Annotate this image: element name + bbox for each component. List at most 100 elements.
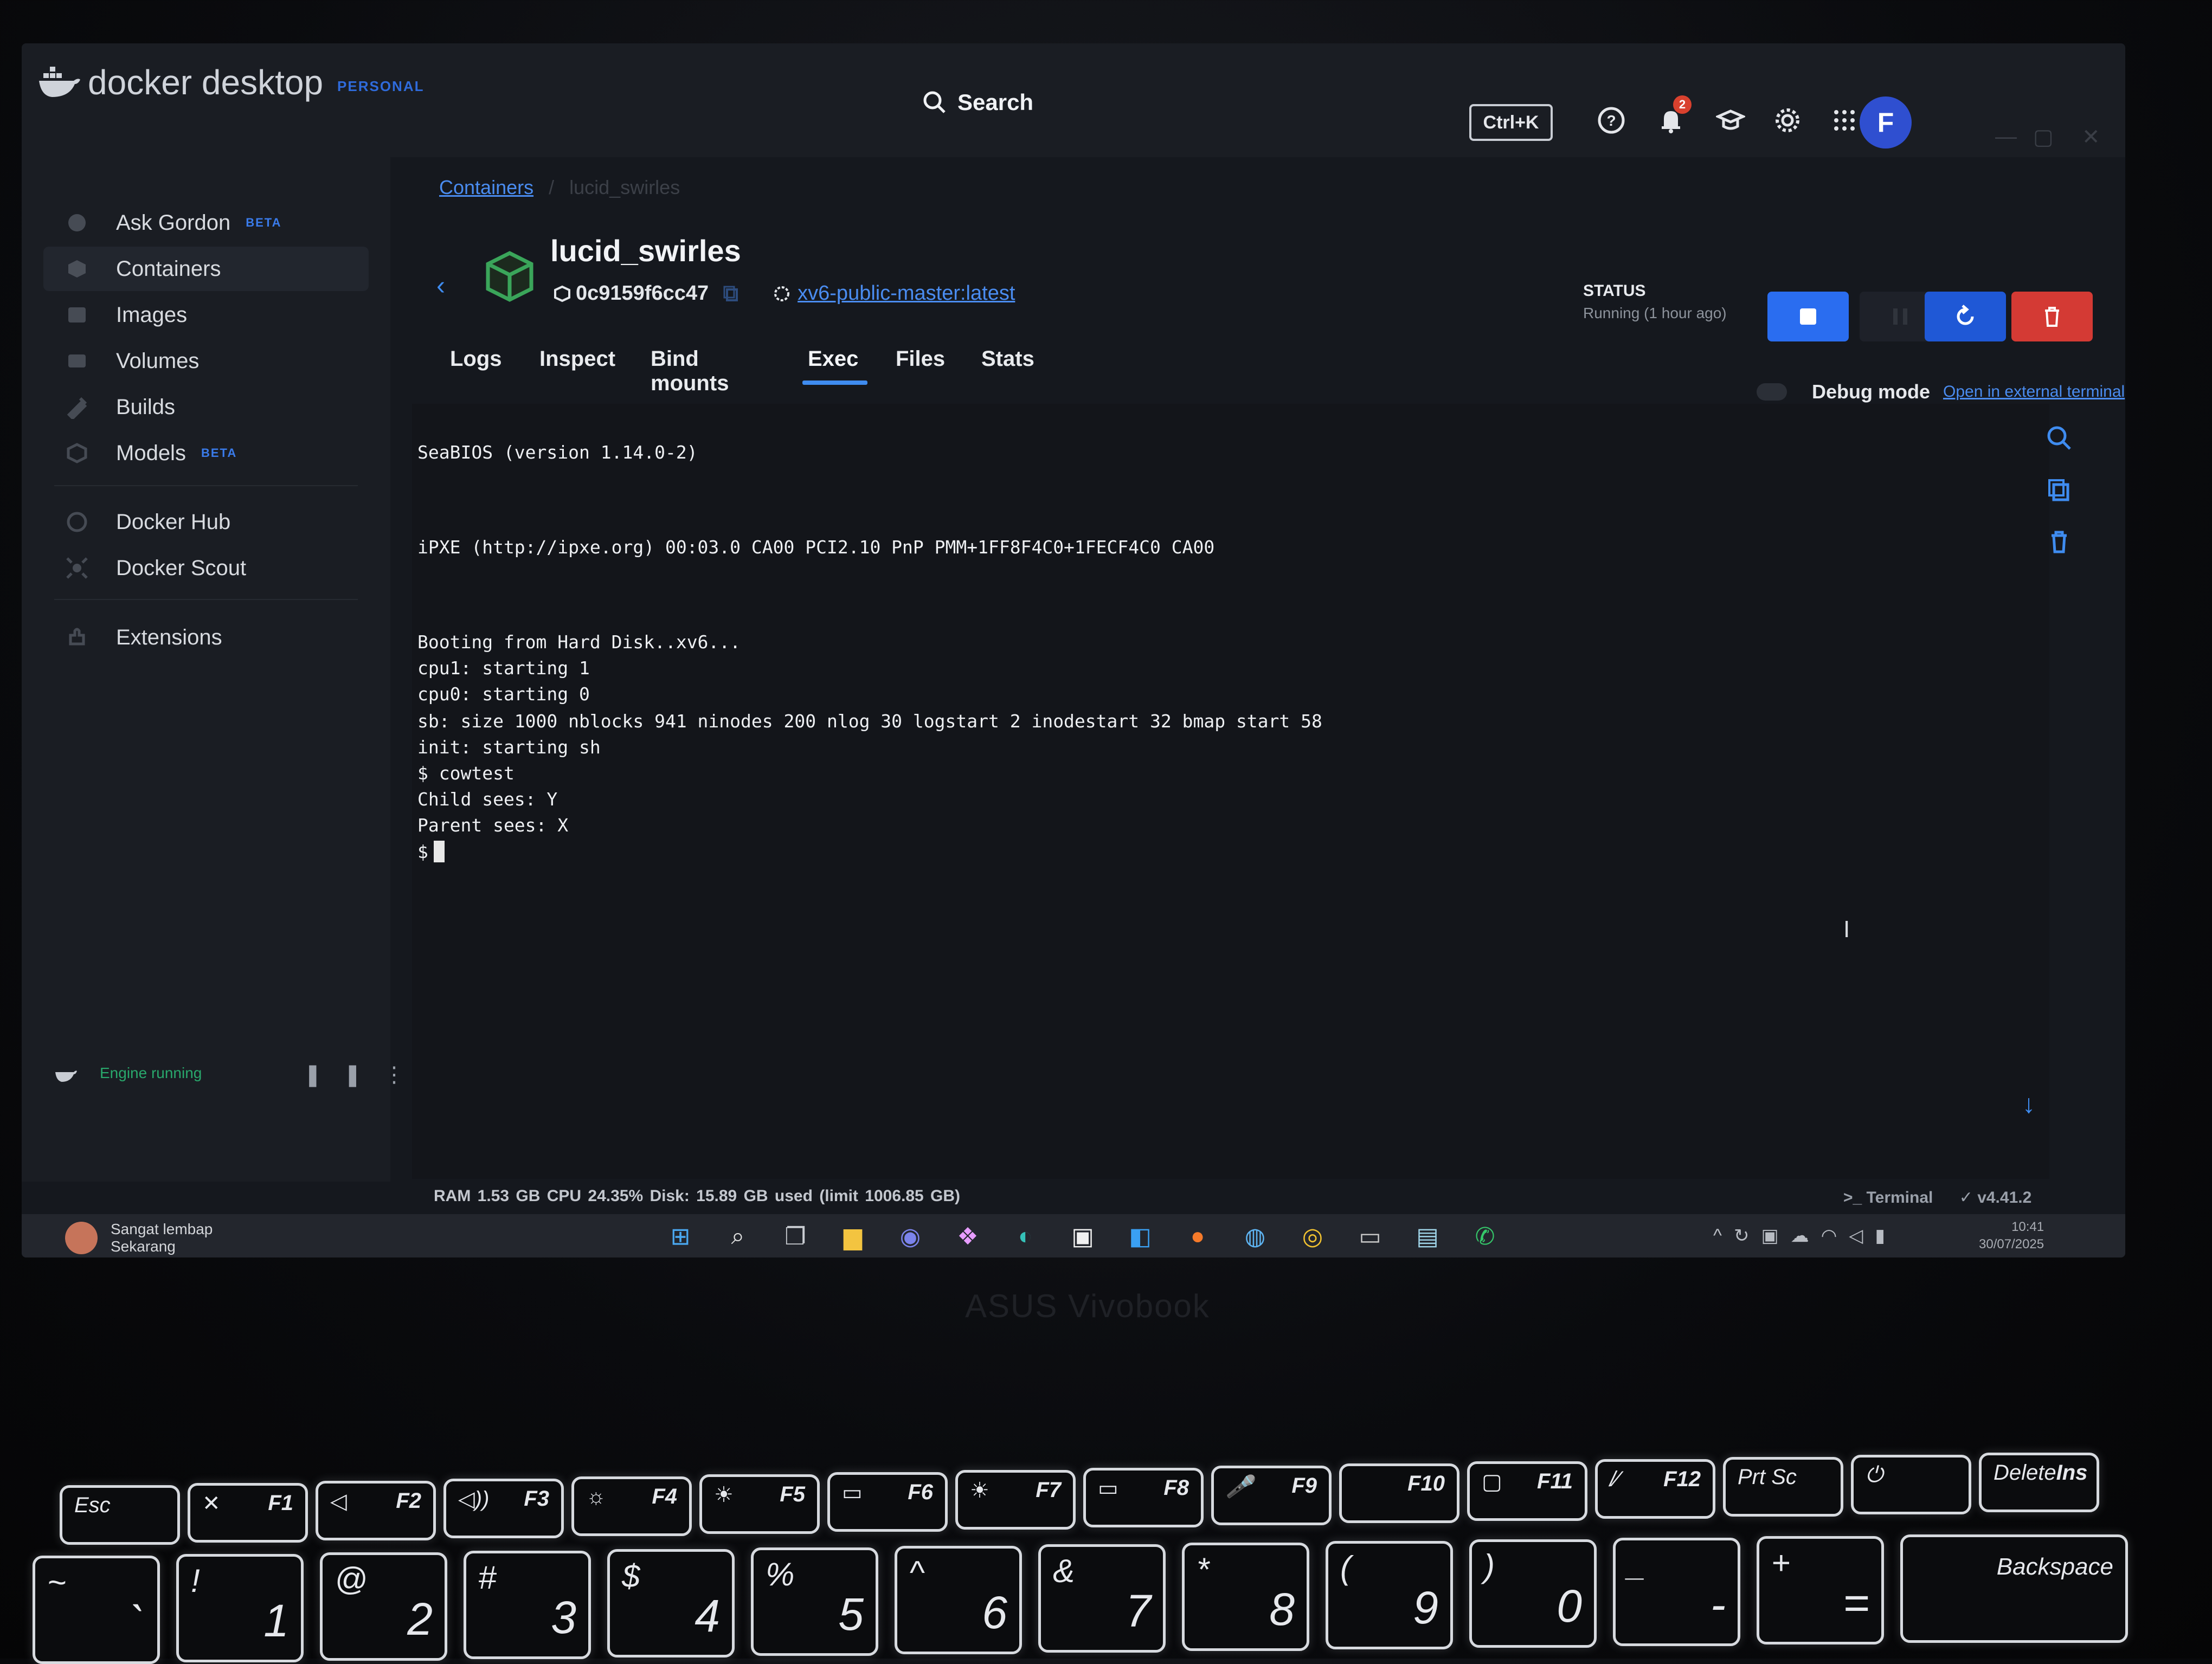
fn-key[interactable]: ▢ F11 <box>1467 1461 1587 1521</box>
number-key[interactable]: _ - <box>1613 1538 1740 1646</box>
restart-button[interactable] <box>1925 292 2006 341</box>
fn-key[interactable]: ▭ F6 <box>827 1472 948 1532</box>
task-view-icon[interactable]: ❐ <box>776 1217 814 1255</box>
image-link[interactable]: xv6-public-master:latest <box>773 282 1015 305</box>
maximize-icon[interactable]: ▢ <box>2033 125 2054 150</box>
firefox-icon[interactable]: ● <box>1179 1217 1217 1255</box>
number-key[interactable]: + = <box>1757 1536 1884 1644</box>
terminal-icon[interactable]: ▭ <box>1351 1217 1389 1255</box>
taskbar-clock[interactable]: 10:41 30/07/2025 <box>1979 1218 2044 1253</box>
number-key[interactable]: & 7 <box>1038 1544 1166 1653</box>
tab-logs[interactable]: Logs <box>450 347 502 371</box>
number-key[interactable]: #3 <box>464 1551 591 1659</box>
fn-key[interactable]: 🎤 F9 <box>1211 1466 1332 1525</box>
app-tray-icon[interactable]: ▣ <box>1761 1226 1790 1246</box>
trash-icon[interactable] <box>2044 527 2074 557</box>
scroll-to-bottom-icon[interactable]: ↓ <box>2022 1089 2035 1119</box>
sidebar-item-images[interactable]: Images <box>43 293 369 337</box>
fn-key[interactable]: ◁ F2 <box>316 1481 436 1540</box>
fn-key[interactable]: Delete Ins <box>1979 1453 2099 1512</box>
fn-key[interactable]: ☀ F5 <box>699 1474 820 1534</box>
copy-icon[interactable] <box>2044 475 2074 505</box>
fn-key[interactable]: Esc <box>60 1485 180 1545</box>
terminal-button[interactable]: Terminal <box>1867 1189 1933 1207</box>
notepad-icon[interactable]: ▤ <box>1409 1217 1446 1255</box>
fn-key[interactable]: ⏻ <box>1851 1455 1971 1514</box>
settings-button[interactable] <box>1770 103 1805 138</box>
wifi-icon[interactable]: ◠ <box>1821 1226 1849 1246</box>
search-icon[interactable]: ⌕ <box>719 1217 757 1255</box>
sidebar-item-ask-gordon[interactable]: Ask Gordon BETA <box>43 201 369 245</box>
number-key[interactable]: * 8 <box>1182 1543 1309 1651</box>
notifications-button[interactable]: 2 <box>1654 95 1692 138</box>
sidebar-item-models[interactable]: Models BETA <box>43 431 369 475</box>
sidebar-item-docker-hub[interactable]: Docker Hub <box>43 500 369 544</box>
cloud-icon[interactable]: ☁ <box>1791 1226 1821 1246</box>
fn-key[interactable]: ☼ F4 <box>571 1476 692 1536</box>
number-key[interactable]: % 5 <box>751 1547 878 1656</box>
battery-icon[interactable]: ▮ <box>1875 1226 1897 1246</box>
copilot-icon[interactable]: ❖ <box>949 1217 987 1255</box>
edge-icon[interactable]: ◐ <box>1006 1217 1044 1255</box>
fn-key[interactable]: ▭ F8 <box>1083 1468 1204 1527</box>
user-avatar[interactable]: F <box>1860 96 1912 149</box>
number-key[interactable]: ^ 6 <box>895 1546 1022 1654</box>
close-icon[interactable]: ✕ <box>2082 125 2100 150</box>
number-key[interactable]: $4 <box>607 1549 735 1657</box>
volume-icon[interactable]: ◁ <box>1849 1226 1875 1246</box>
sidebar-item-builds[interactable]: Builds <box>43 385 369 429</box>
terminal-output[interactable]: SeaBIOS (version 1.14.0-2) iPXE (http://… <box>412 404 2049 1179</box>
docker-icon[interactable]: ◍ <box>1236 1217 1274 1255</box>
sidebar-item-containers[interactable]: Containers <box>43 247 369 291</box>
sidebar-item-docker-scout[interactable]: Docker Scout <box>43 546 369 590</box>
chevron-up-icon[interactable]: ^ <box>1713 1226 1734 1246</box>
tab-inspect[interactable]: Inspect <box>539 347 615 371</box>
minimize-icon[interactable]: — <box>1995 125 2017 149</box>
number-key[interactable]: ! 1 <box>176 1554 304 1662</box>
search-button[interactable]: Search <box>922 89 1033 115</box>
number-key[interactable]: Backspace <box>1900 1534 2128 1643</box>
number-key[interactable]: ~ ` <box>33 1556 160 1664</box>
teams-icon[interactable]: ◉ <box>891 1217 929 1255</box>
fn-key[interactable]: ✕ F1 <box>188 1483 308 1543</box>
breadcrumb-containers-link[interactable]: Containers <box>439 176 533 198</box>
chrome-icon[interactable]: ◎ <box>1294 1217 1332 1255</box>
fn-key[interactable]: ☀ F7 <box>955 1470 1076 1530</box>
help-button[interactable]: ? <box>1594 103 1629 138</box>
beta-badge: BETA <box>201 446 237 460</box>
number-key[interactable]: ) 0 <box>1469 1539 1597 1648</box>
tab-bind-mounts[interactable]: Bind mounts <box>651 347 729 396</box>
fn-key[interactable]: Prt Sc <box>1723 1457 1843 1517</box>
whatsapp-icon[interactable]: ✆ <box>1466 1217 1504 1255</box>
tab-exec[interactable]: Exec <box>808 347 858 371</box>
search-icon <box>923 91 946 113</box>
fn-key[interactable]: /⁄ F12 <box>1595 1459 1715 1519</box>
terminal-icon: >_ <box>1843 1189 1867 1207</box>
tab-stats[interactable]: Stats <box>981 347 1034 371</box>
delete-button[interactable] <box>2011 292 2093 341</box>
vscode-icon[interactable]: ◧ <box>1121 1217 1159 1255</box>
search-icon[interactable] <box>2044 423 2074 453</box>
sidebar-item-label: Models <box>116 441 186 465</box>
start-icon[interactable]: ⊞ <box>661 1217 699 1255</box>
sidebar-item-volumes[interactable]: Volumes <box>43 339 369 383</box>
weather-widget[interactable]: Sangat lembap Sekarang <box>65 1221 213 1255</box>
fn-key[interactable]: ◁)) F3 <box>443 1479 564 1538</box>
number-key[interactable]: @2 <box>320 1552 447 1661</box>
open-external-terminal-link[interactable]: Open in external terminal <box>1943 383 2125 401</box>
tab-files[interactable]: Files <box>896 347 945 371</box>
copy-icon[interactable] <box>723 285 740 302</box>
fn-key[interactable]: F10 <box>1339 1463 1459 1523</box>
learning-center-button[interactable] <box>1713 103 1748 138</box>
apps-grid-button[interactable] <box>1827 103 1862 138</box>
pause-icon[interactable]: ❚❚ <box>304 1063 383 1087</box>
number-key[interactable]: (9 <box>1326 1541 1453 1649</box>
stop-button[interactable] <box>1767 292 1849 341</box>
sidebar-item-extensions[interactable]: Extensions <box>43 615 369 660</box>
back-chevron-icon[interactable]: ‹ <box>436 271 445 301</box>
store-icon[interactable]: ▣ <box>1064 1217 1102 1255</box>
update-icon[interactable]: ↻ <box>1734 1226 1761 1246</box>
file-explorer-icon[interactable]: ▆ <box>834 1217 872 1255</box>
debug-mode-toggle[interactable] <box>1757 383 1787 401</box>
key-label: 2 <box>407 1594 433 1644</box>
